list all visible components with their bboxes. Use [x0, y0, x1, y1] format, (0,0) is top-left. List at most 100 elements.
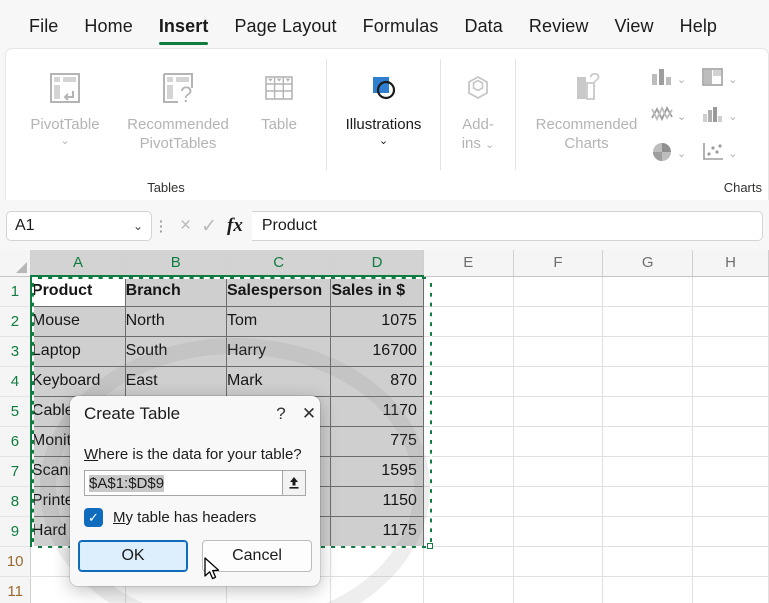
enter-formula-icon[interactable]: ✓ — [201, 215, 217, 238]
column-header-b[interactable]: B — [125, 250, 226, 276]
pie-chart-button[interactable]: ⌄ — [649, 135, 686, 172]
cell-g2[interactable] — [603, 306, 693, 336]
cell-c3[interactable]: Harry — [226, 336, 330, 366]
table-button[interactable]: Table — [243, 57, 315, 134]
cell-d11[interactable] — [331, 576, 424, 603]
cell-d6[interactable]: 775 — [331, 426, 424, 456]
cell-f4[interactable] — [513, 366, 603, 396]
formula-bar-options-icon[interactable]: ⋮ — [152, 223, 170, 230]
cell-f1[interactable] — [513, 276, 603, 306]
cell-e7[interactable] — [423, 456, 513, 486]
cell-g8[interactable] — [603, 486, 693, 516]
cell-f2[interactable] — [513, 306, 603, 336]
column-header-c[interactable]: C — [226, 250, 330, 276]
cell-e3[interactable] — [423, 336, 513, 366]
column-header-h[interactable]: H — [693, 250, 769, 276]
row-header-10[interactable]: 10 — [0, 546, 31, 576]
row-header-4[interactable]: 4 — [0, 366, 31, 396]
chevron-down-icon[interactable]: ⌄ — [677, 147, 686, 160]
cell-g6[interactable] — [603, 426, 693, 456]
cell-e5[interactable] — [423, 396, 513, 426]
headers-checkbox[interactable]: ✓ — [84, 508, 103, 527]
row-header-5[interactable]: 5 — [0, 396, 31, 426]
cell-h1[interactable] — [693, 276, 769, 306]
cell-g3[interactable] — [603, 336, 693, 366]
close-icon[interactable]: ✕ — [298, 403, 320, 425]
tab-formulas[interactable]: Formulas — [350, 13, 452, 43]
chevron-down-icon[interactable]: ⌄ — [728, 73, 737, 86]
tab-review[interactable]: Review — [516, 13, 602, 43]
cell-h11[interactable] — [693, 576, 769, 603]
cell-g1[interactable] — [603, 276, 693, 306]
cell-c4[interactable]: Mark — [226, 366, 330, 396]
cell-g7[interactable] — [603, 456, 693, 486]
cell-f3[interactable] — [513, 336, 603, 366]
headers-checkbox-row[interactable]: ✓ My table has headers — [84, 508, 256, 527]
row-header-6[interactable]: 6 — [0, 426, 31, 456]
cell-e8[interactable] — [423, 486, 513, 516]
cell-e11[interactable] — [423, 576, 513, 603]
cell-g10[interactable] — [603, 546, 693, 576]
formula-input[interactable]: Product — [252, 211, 763, 241]
cell-e1[interactable] — [423, 276, 513, 306]
column-header-f[interactable]: F — [513, 250, 603, 276]
column-header-d[interactable]: D — [331, 250, 424, 276]
ok-button[interactable]: OK — [78, 540, 188, 572]
scatter-chart-button[interactable]: ⌄ — [700, 135, 737, 172]
chevron-down-icon[interactable]: ⌄ — [60, 134, 69, 148]
cancel-formula-icon[interactable]: × — [180, 215, 191, 237]
column-header-g[interactable]: G — [603, 250, 693, 276]
cell-g5[interactable] — [603, 396, 693, 426]
cell-a1[interactable]: Product — [31, 276, 125, 306]
cell-h7[interactable] — [693, 456, 769, 486]
chevron-down-icon[interactable]: ⌄ — [728, 110, 737, 123]
help-icon[interactable]: ? — [270, 403, 292, 425]
cell-h3[interactable] — [693, 336, 769, 366]
cell-h2[interactable] — [693, 306, 769, 336]
cell-d7[interactable]: 1595 — [331, 456, 424, 486]
cell-g4[interactable] — [603, 366, 693, 396]
cell-d3[interactable]: 16700 — [331, 336, 424, 366]
range-input[interactable]: $A$1:$D$9 — [84, 470, 306, 496]
cell-h5[interactable] — [693, 396, 769, 426]
tab-home[interactable]: Home — [71, 13, 145, 43]
cell-h4[interactable] — [693, 366, 769, 396]
cell-f9[interactable] — [513, 516, 603, 546]
row-header-2[interactable]: 2 — [0, 306, 31, 336]
cell-f11[interactable] — [513, 576, 603, 603]
hierarchy-chart-button[interactable]: ⌄ — [700, 61, 737, 98]
column-header-e[interactable]: E — [423, 250, 513, 276]
cell-a2[interactable]: Mouse — [31, 306, 125, 336]
cell-e10[interactable] — [423, 546, 513, 576]
tab-view[interactable]: View — [602, 13, 667, 43]
cell-h8[interactable] — [693, 486, 769, 516]
row-header-3[interactable]: 3 — [0, 336, 31, 366]
chevron-down-icon[interactable]: ⌄ — [728, 147, 737, 160]
row-header-8[interactable]: 8 — [0, 486, 31, 516]
recommended-pivottables-button[interactable]: ? RecommendedPivotTables — [113, 57, 243, 153]
cell-c2[interactable]: Tom — [226, 306, 330, 336]
addins-button[interactable]: Add-ins ⌄ — [443, 57, 513, 153]
cell-e2[interactable] — [423, 306, 513, 336]
chevron-down-icon[interactable]: ⌄ — [677, 73, 686, 86]
cell-d4[interactable]: 870 — [331, 366, 424, 396]
recommended-charts-button[interactable]: ? RecommendedCharts — [524, 57, 649, 153]
cell-a4[interactable]: Keyboard — [31, 366, 125, 396]
tab-page-layout[interactable]: Page Layout — [221, 13, 349, 43]
cell-f7[interactable] — [513, 456, 603, 486]
cell-g9[interactable] — [603, 516, 693, 546]
cell-f6[interactable] — [513, 426, 603, 456]
cell-e9[interactable] — [423, 516, 513, 546]
tab-file[interactable]: File — [16, 13, 71, 43]
tab-data[interactable]: Data — [451, 13, 515, 43]
row-header-11[interactable]: 11 — [0, 576, 31, 603]
column-header-a[interactable]: A — [31, 250, 125, 276]
chevron-down-icon[interactable]: ⌄ — [379, 134, 388, 148]
cell-d10[interactable] — [331, 546, 424, 576]
cell-h10[interactable] — [693, 546, 769, 576]
cell-e4[interactable] — [423, 366, 513, 396]
tab-help[interactable]: Help — [667, 13, 730, 43]
statistic-chart-button[interactable]: ⌄ — [700, 98, 737, 135]
cell-b2[interactable]: North — [125, 306, 226, 336]
cell-b1[interactable]: Branch — [125, 276, 226, 306]
